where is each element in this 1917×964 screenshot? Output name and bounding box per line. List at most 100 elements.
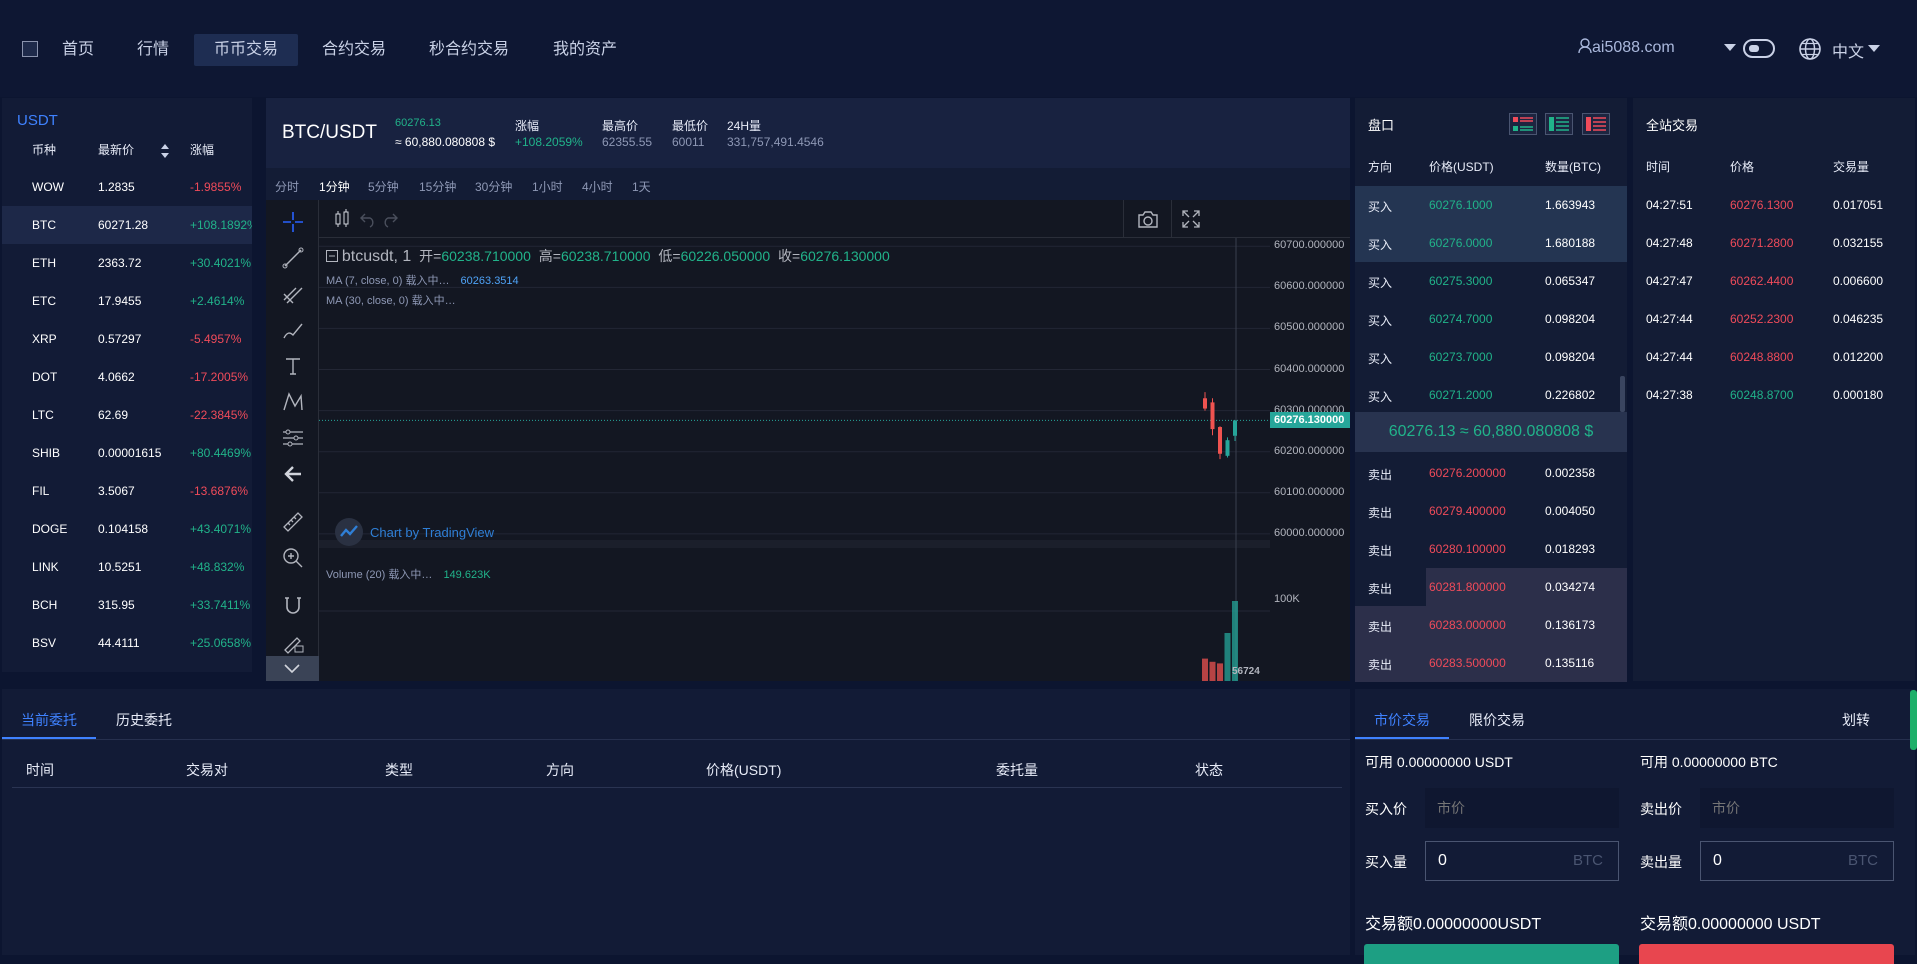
- market-row[interactable]: DOGE 0.104158 +43.4071%: [2, 510, 254, 548]
- nav-contract-trading[interactable]: 合约交易: [302, 34, 406, 66]
- ask-row[interactable]: 卖出 60283.000000 0.136173: [1355, 606, 1627, 644]
- tab-current-orders[interactable]: 当前委托: [21, 710, 77, 730]
- market-row[interactable]: LTC 62.69 -22.3845%: [2, 396, 254, 434]
- arrow-left-icon[interactable]: [281, 462, 305, 486]
- nav-my-assets[interactable]: 我的资产: [533, 34, 637, 66]
- fullscreen-icon[interactable]: [1181, 209, 1201, 229]
- page-scrollbar[interactable]: [1910, 690, 1917, 750]
- prediction-tool-icon[interactable]: [281, 426, 305, 450]
- brush-icon[interactable]: [281, 318, 305, 342]
- market-row[interactable]: BSV 44.4111 +25.0658%: [2, 624, 254, 662]
- market-row[interactable]: SHIB 0.00001615 +80.4469%: [2, 434, 254, 472]
- tab-history-orders[interactable]: 历史委托: [116, 710, 172, 730]
- sell-button[interactable]: [1639, 944, 1894, 964]
- volume-bar: [1217, 663, 1223, 681]
- ask-row[interactable]: 卖出 60279.400000 0.004050: [1355, 492, 1627, 530]
- market-row[interactable]: ETC 17.9455 +2.4614%: [2, 282, 254, 320]
- pattern-tool-icon[interactable]: [281, 390, 305, 414]
- low-label: 最低价: [672, 119, 709, 133]
- book-scrollbar[interactable]: [1620, 376, 1625, 412]
- trend-line-icon[interactable]: [281, 246, 305, 270]
- ma7-legend[interactable]: MA (7, close, 0) 载入中… 60263.3514: [326, 272, 519, 288]
- ruler-icon[interactable]: [281, 510, 305, 534]
- camera-icon[interactable]: [1136, 208, 1160, 230]
- trade-row: 04:27:47 60262.4400 0.006600: [1633, 262, 1915, 300]
- language-select[interactable]: 中文: [1832, 38, 1864, 62]
- book-view-toggles: [1509, 113, 1610, 140]
- book-side: 卖出: [1368, 506, 1393, 520]
- interval-4h[interactable]: 4小时: [582, 178, 613, 195]
- collapse-legend-icon[interactable]: [326, 250, 338, 262]
- redo-icon[interactable]: [381, 210, 399, 228]
- interval-1d[interactable]: 1天: [632, 178, 651, 195]
- market-scrollbar[interactable]: [252, 98, 258, 672]
- book-view-asks-icon[interactable]: [1581, 113, 1610, 135]
- market-row[interactable]: DOT 4.0662 -17.2005%: [2, 358, 254, 396]
- caret-down-icon[interactable]: [1724, 44, 1736, 51]
- magnet-icon[interactable]: [281, 594, 305, 618]
- market-col-price[interactable]: 最新价: [98, 141, 134, 158]
- bid-row[interactable]: 买入 60276.0000 1.680188: [1355, 224, 1627, 262]
- market-row[interactable]: ETH 2363.72 +30.4021%: [2, 244, 254, 282]
- volume-legend[interactable]: Volume (20) 载入中… 149.623K: [326, 566, 491, 582]
- market-row[interactable]: LINK 10.5251 +48.832%: [2, 548, 254, 586]
- nav-spot-trading[interactable]: 币币交易: [194, 34, 299, 66]
- transfer-link[interactable]: 划转: [1842, 710, 1870, 730]
- globe-icon[interactable]: [1798, 37, 1822, 61]
- book-view-bids-icon[interactable]: [1545, 113, 1574, 135]
- ask-row[interactable]: 卖出 60276.200000 0.002358: [1355, 454, 1627, 492]
- sort-icon[interactable]: [160, 143, 170, 159]
- ask-row[interactable]: 卖出 60283.500000 0.135116: [1355, 644, 1627, 682]
- lock-drawing-icon[interactable]: [281, 630, 305, 654]
- ask-row[interactable]: 卖出 60281.800000 0.034274: [1355, 568, 1627, 606]
- ma30-legend[interactable]: MA (30, close, 0) 载入中…: [326, 292, 456, 308]
- market-quote-tab[interactable]: USDT: [17, 112, 58, 129]
- market-row[interactable]: BCH 315.95 +33.7411%: [2, 586, 254, 624]
- interval-1m[interactable]: 1分钟: [319, 178, 350, 195]
- theme-toggle[interactable]: [1743, 39, 1775, 58]
- interval-5m[interactable]: 5分钟: [368, 178, 399, 195]
- form-divider: [1355, 739, 1915, 740]
- interval-timeline[interactable]: 分时: [275, 178, 299, 195]
- book-view-both-icon[interactable]: [1509, 113, 1537, 135]
- nav-market[interactable]: 行情: [117, 34, 189, 66]
- market-row[interactable]: FIL 3.5067 -13.6876%: [2, 472, 254, 510]
- interval-1h[interactable]: 1小时: [532, 178, 563, 195]
- price-axis[interactable]: 60700.000000 60600.000000 60500.000000 6040…: [1232, 238, 1350, 681]
- tradingview-brand[interactable]: Chart by TradingView: [334, 517, 494, 547]
- market-coin: DOGE: [32, 522, 68, 536]
- nav-home[interactable]: 首页: [42, 34, 114, 66]
- interval-30m[interactable]: 30分钟: [475, 178, 512, 195]
- buy-price-input[interactable]: [1425, 788, 1619, 828]
- nav-second-contract[interactable]: 秒合约交易: [409, 34, 529, 66]
- ask-row[interactable]: 卖出 60280.100000 0.018293: [1355, 530, 1627, 568]
- tab-market-order[interactable]: 市价交易: [1374, 710, 1430, 730]
- bid-row[interactable]: 买入 60276.1000 1.663943: [1355, 186, 1627, 224]
- buy-button[interactable]: [1364, 944, 1619, 964]
- tab-limit-order[interactable]: 限价交易: [1469, 710, 1525, 730]
- toolbar-collapse[interactable]: [266, 656, 319, 681]
- crosshair-icon[interactable]: [281, 210, 305, 234]
- sell-price-input[interactable]: [1700, 788, 1894, 828]
- undo-icon[interactable]: [359, 210, 377, 228]
- buy-total: 交易额0.00000000USDT: [1365, 916, 1542, 933]
- market-price: 62.69: [98, 408, 129, 422]
- interval-15m[interactable]: 15分钟: [419, 178, 456, 195]
- orders-col-time: 时间: [26, 762, 54, 778]
- chart-canvas[interactable]: [319, 238, 1270, 681]
- bid-row[interactable]: 买入 60275.3000 0.065347: [1355, 262, 1627, 300]
- bid-row[interactable]: 买入 60271.2000 0.226802: [1355, 376, 1627, 414]
- market-row[interactable]: BTC 60271.28 +108.1892%: [2, 206, 254, 244]
- market-row[interactable]: XRP 0.57297 -5.4957%: [2, 320, 254, 358]
- logo-image[interactable]: [22, 41, 38, 57]
- candle-style-icon[interactable]: [331, 208, 353, 230]
- fib-tool-icon[interactable]: [281, 282, 305, 306]
- bid-row[interactable]: 买入 60273.7000 0.098204: [1355, 338, 1627, 376]
- user-account[interactable]: ai5088.com: [1578, 38, 1675, 57]
- text-tool-icon[interactable]: [281, 354, 305, 378]
- market-row[interactable]: WOW 1.2835 -1.9855%: [2, 168, 254, 206]
- bid-row[interactable]: 买入 60274.7000 0.098204: [1355, 300, 1627, 338]
- zoom-in-icon[interactable]: [281, 546, 305, 570]
- market-change: +80.4469%: [190, 446, 252, 460]
- chevron-down-icon[interactable]: [1868, 45, 1880, 52]
